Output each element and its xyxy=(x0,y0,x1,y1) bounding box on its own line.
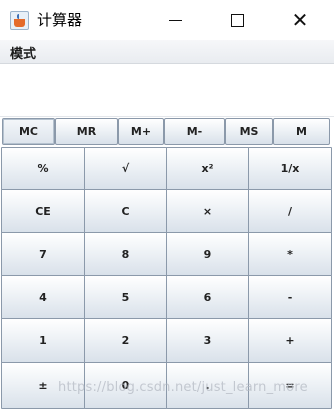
digit-1-button[interactable]: 1 xyxy=(1,318,85,363)
digit-2-button[interactable]: 2 xyxy=(84,318,167,363)
window-title: 计算器 xyxy=(37,11,83,29)
reciprocal-button[interactable]: 1/x xyxy=(248,147,332,190)
multiply-x-button[interactable]: × xyxy=(166,189,249,233)
digit-4-button[interactable]: 4 xyxy=(1,275,85,319)
subtract-button[interactable]: - xyxy=(248,275,332,319)
add-button[interactable]: + xyxy=(248,318,332,363)
equals-button[interactable]: = xyxy=(248,362,332,409)
digit-0-button[interactable]: 0 xyxy=(84,362,167,409)
close-icon: ✕ xyxy=(291,8,309,32)
negate-button[interactable]: ± xyxy=(1,362,85,409)
memory-button[interactable]: M xyxy=(273,118,330,145)
maximize-icon xyxy=(230,13,244,27)
close-button[interactable]: ✕ xyxy=(275,0,325,40)
keypad: % √ x² 1/x CE C × / 7 8 9 * 4 5 6 - 1 2 … xyxy=(0,147,334,410)
minimize-button[interactable] xyxy=(150,0,200,40)
decimal-button[interactable]: . xyxy=(166,362,249,409)
calculator-display xyxy=(0,64,334,117)
digit-8-button[interactable]: 8 xyxy=(84,232,167,276)
sqrt-button[interactable]: √ xyxy=(84,147,167,190)
multiply-button[interactable]: * xyxy=(248,232,332,276)
digit-5-button[interactable]: 5 xyxy=(84,275,167,319)
memory-button-row: MC MR M+ M- MS M xyxy=(0,118,334,145)
square-button[interactable]: x² xyxy=(166,147,249,190)
button-label: MC xyxy=(18,125,39,138)
memory-add-button[interactable]: M+ xyxy=(118,118,164,145)
title-bar: 计算器 ✕ xyxy=(0,0,334,40)
digit-6-button[interactable]: 6 xyxy=(166,275,249,319)
digit-7-button[interactable]: 7 xyxy=(1,232,85,276)
clear-button[interactable]: C xyxy=(84,189,167,233)
memory-recall-button[interactable]: MR xyxy=(55,118,118,145)
memory-clear-button[interactable]: MC xyxy=(2,118,55,145)
digit-3-button[interactable]: 3 xyxy=(166,318,249,363)
memory-subtract-button[interactable]: M- xyxy=(164,118,225,145)
divide-button[interactable]: / xyxy=(248,189,332,233)
maximize-button[interactable] xyxy=(212,0,262,40)
percent-button[interactable]: % xyxy=(1,147,85,190)
menu-bar: 模式 xyxy=(0,40,334,64)
menu-item-mode[interactable]: 模式 xyxy=(10,43,36,62)
memory-store-button[interactable]: MS xyxy=(225,118,273,145)
java-app-icon xyxy=(10,11,29,30)
clear-entry-button[interactable]: CE xyxy=(1,189,85,233)
digit-9-button[interactable]: 9 xyxy=(166,232,249,276)
minimize-icon xyxy=(168,19,182,21)
